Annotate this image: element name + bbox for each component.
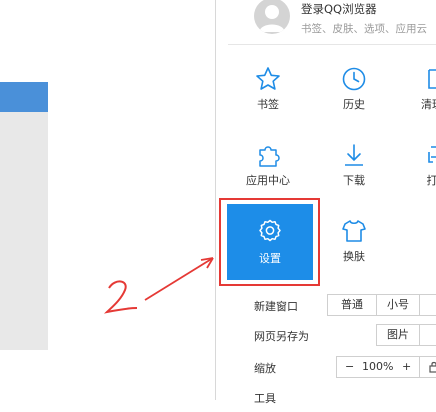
settings-button[interactable]: 设置 (227, 204, 313, 280)
clean-label: 清理 (421, 98, 436, 111)
save-page-label: 网页另存为 (254, 330, 309, 343)
download-button[interactable]: 下载 (320, 142, 388, 202)
skin-label: 换肤 (343, 250, 365, 263)
new-window-label: 新建窗口 (254, 300, 298, 313)
fullscreen-button[interactable] (419, 356, 436, 378)
bookmarks-button[interactable]: 书签 (234, 66, 302, 126)
zoom-control: − 100% + (336, 356, 420, 378)
zoom-row: 缩放 − 100% + (216, 356, 436, 382)
tools-row: 工具 (216, 386, 436, 412)
page-gray-panel (0, 112, 48, 350)
clock-icon (342, 67, 366, 91)
print-icon (428, 146, 436, 163)
tools-label[interactable]: 工具 (254, 390, 276, 406)
save-as-image-button[interactable]: 图片 (376, 324, 420, 346)
save-page-row: 网页另存为 图片 (216, 324, 436, 350)
save-as-extra-button[interactable] (419, 324, 436, 346)
zoom-out-button[interactable]: − (345, 357, 354, 377)
new-window-normal-button[interactable]: 普通 (327, 294, 377, 316)
new-window-small-button[interactable]: 小号 (376, 294, 420, 316)
tshirt-icon (342, 220, 366, 242)
print-label: 打 (426, 174, 436, 187)
download-label: 下载 (343, 174, 365, 187)
clean-button[interactable]: 清理 (398, 66, 436, 126)
gear-icon (259, 219, 281, 242)
new-window-row: 新建窗口 普通 小号 (216, 294, 436, 320)
zoom-value: 100% (362, 360, 394, 373)
zoom-label: 缩放 (254, 362, 276, 375)
print-button[interactable]: 打 (398, 142, 436, 202)
app-center-label: 应用中心 (246, 174, 290, 187)
bookmarks-label: 书签 (257, 98, 279, 111)
star-icon (256, 67, 280, 90)
puzzle-icon (259, 146, 280, 167)
login-subtitle: 书签、皮肤、选项、应用云 (301, 23, 427, 35)
page-blue-bar (0, 82, 48, 112)
login-title[interactable]: 登录QQ浏览器 (301, 1, 377, 17)
history-button[interactable]: 历史 (320, 66, 388, 126)
skin-button[interactable]: 换肤 (320, 218, 388, 278)
browser-menu-panel: 登录QQ浏览器 书签、皮肤、选项、应用云 书签 历史 清理 应用中心 下 (215, 0, 436, 405)
history-label: 历史 (343, 98, 365, 111)
lock-icon (429, 361, 436, 373)
new-window-extra-button[interactable] (419, 294, 436, 316)
zoom-in-button[interactable]: + (402, 357, 411, 377)
app-center-button[interactable]: 应用中心 (234, 142, 302, 202)
header-divider (228, 44, 436, 45)
download-icon (345, 144, 363, 166)
clean-icon (428, 69, 436, 89)
avatar[interactable] (254, 0, 290, 34)
settings-label: 设置 (259, 252, 281, 265)
login-area[interactable]: 登录QQ浏览器 书签、皮肤、选项、应用云 (254, 0, 436, 44)
annotation-arrow (103, 257, 214, 314)
